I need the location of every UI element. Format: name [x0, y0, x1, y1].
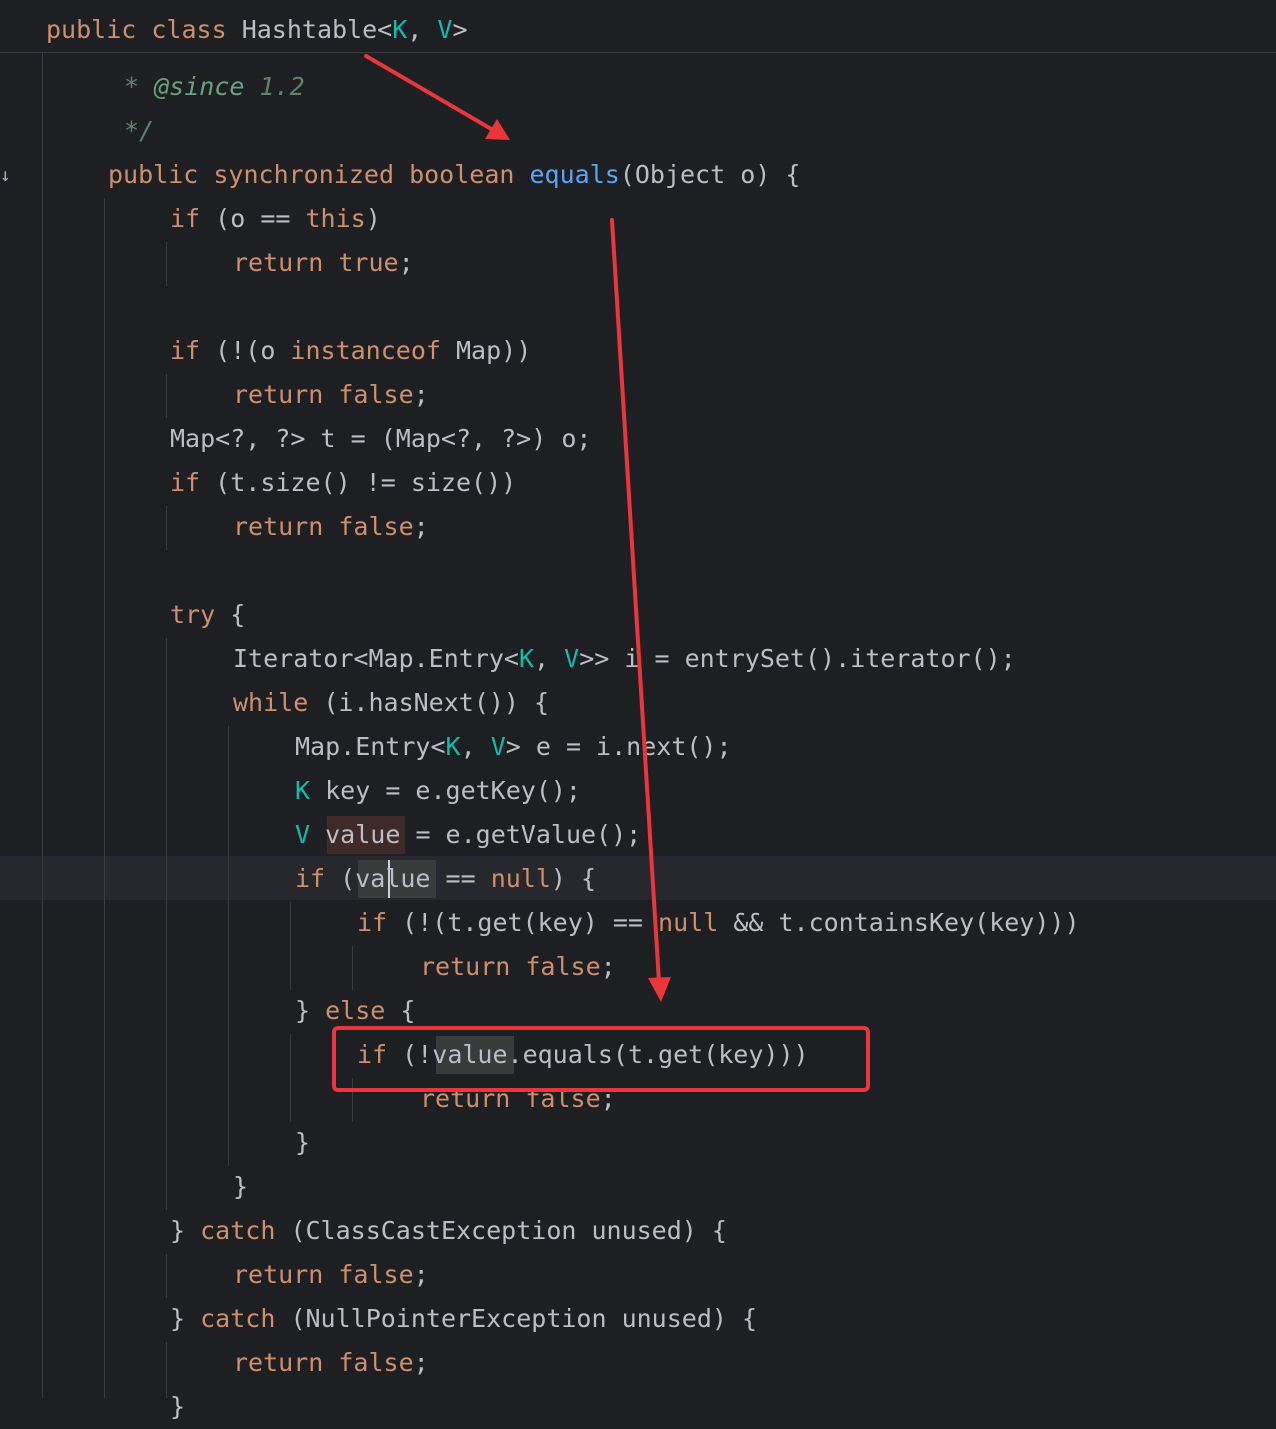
code-line: } [233, 1172, 249, 1201]
code-line: * @since 1.2 [124, 72, 305, 101]
code-line: } [295, 1128, 311, 1157]
indent-guide [42, 52, 43, 1398]
indent-guide [290, 1034, 291, 1122]
code-line: Iterator<Map.Entry<K, V>> i = entrySet()… [233, 644, 1016, 673]
code-line: if (!(t.get(key) == null && t.containsKe… [357, 908, 1080, 937]
indent-guide [166, 638, 167, 1210]
code-line: if (o == this) [170, 204, 381, 233]
code-line: Map.Entry<K, V> e = i.next(); [295, 732, 732, 761]
indent-guide [104, 198, 105, 1398]
indent-guide [166, 506, 167, 550]
code-line-partial: } [170, 1392, 186, 1421]
indent-guide [166, 1254, 167, 1298]
annotation-highlight-box [332, 1026, 870, 1092]
indent-guide [228, 726, 229, 1166]
code-line: return true; [233, 248, 414, 277]
indent-guide [166, 374, 167, 418]
code-line: return false; [420, 952, 616, 981]
code-line: Map<?, ?> t = (Map<?, ?>) o; [170, 424, 592, 453]
code-line: */ [124, 116, 155, 145]
indent-guide [166, 242, 167, 286]
code-line: if (t.size() != size()) [170, 468, 517, 497]
method-name: equals [529, 160, 620, 189]
indent-guide [290, 902, 291, 990]
sticky-scope-header[interactable]: public class Hashtable<K, V> [0, 0, 1276, 53]
code-editor[interactable]: ↓ * @since 1.2 */ public synchronized bo… [0, 0, 1276, 1421]
current-line-highlight [0, 856, 1276, 900]
code-line-current: if (value == null) { [295, 864, 597, 893]
sticky-class-declaration: public class Hashtable<K, V> [46, 15, 468, 44]
indent-guide [352, 946, 353, 990]
implements-method-icon[interactable]: ↓ [0, 162, 14, 190]
indent-guide [166, 1342, 167, 1398]
code-line: try { [170, 600, 246, 629]
code-line: return false; [233, 380, 429, 409]
code-line: V value = e.getValue(); [295, 820, 642, 849]
code-line: } catch (ClassCastException unused) { [170, 1216, 727, 1245]
code-line: return false; [233, 512, 429, 541]
code-line: } catch (NullPointerException unused) { [170, 1304, 758, 1333]
code-line: if (!(o instanceof Map)) [170, 336, 532, 365]
method-signature: public synchronized boolean equals(Objec… [108, 160, 801, 189]
code-line: return false; [233, 1260, 429, 1289]
code-line: while (i.hasNext()) { [233, 688, 550, 717]
code-line: return false; [233, 1348, 429, 1377]
code-line: K key = e.getKey(); [295, 776, 581, 805]
